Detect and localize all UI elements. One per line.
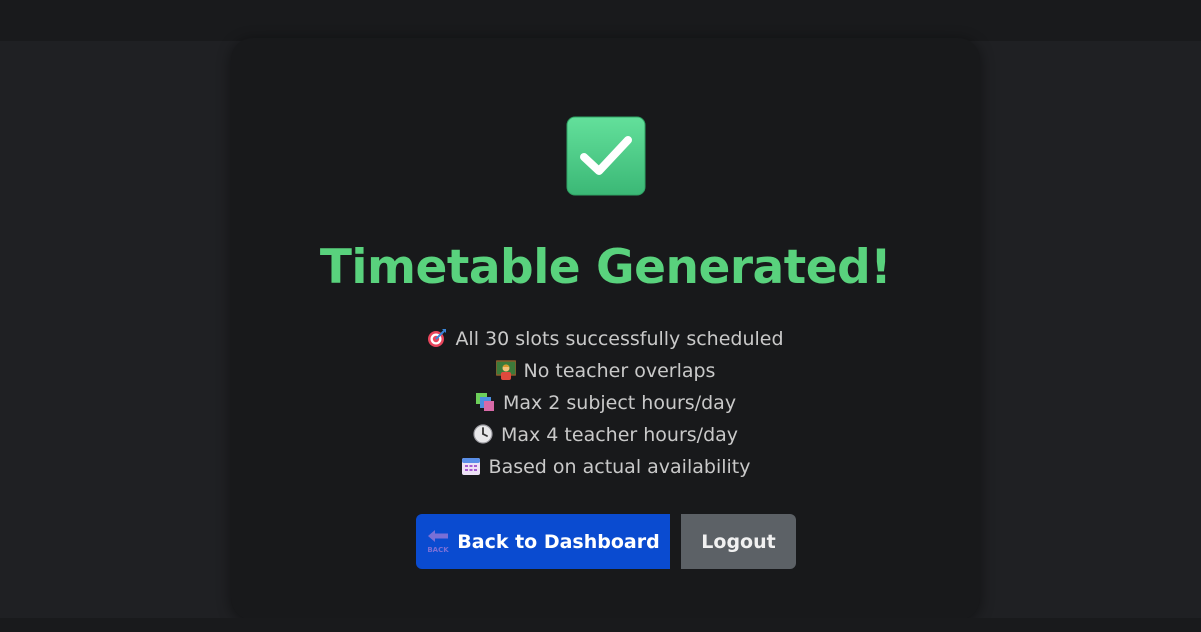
back-to-dashboard-button[interactable]: BACK Back to Dashboard (416, 514, 670, 569)
page-title: Timetable Generated! (319, 240, 892, 295)
list-item: Based on actual availability (231, 451, 980, 483)
clock-icon (473, 422, 493, 444)
teacher-icon (494, 358, 517, 380)
back-arrow-icon: BACK (426, 529, 450, 555)
books-icon (475, 390, 495, 411)
list-item: Max 2 subject hours/day (231, 387, 980, 419)
top-bar (0, 0, 1201, 41)
bottom-bar (0, 618, 1201, 632)
calendar-icon (461, 454, 481, 475)
list-item: All 30 slots successfully scheduled (231, 323, 980, 355)
list-item: Max 4 teacher hours/day (231, 419, 980, 451)
success-card: Timetable Generated! All 30 slots succes… (231, 38, 980, 620)
target-icon (427, 326, 447, 347)
feature-list: All 30 slots successfully scheduled No t… (231, 323, 980, 483)
list-item: No teacher overlaps (231, 355, 980, 387)
svg-text:BACK: BACK (428, 546, 450, 554)
logout-button[interactable]: Logout (681, 514, 796, 569)
check-mark-icon (566, 116, 646, 196)
